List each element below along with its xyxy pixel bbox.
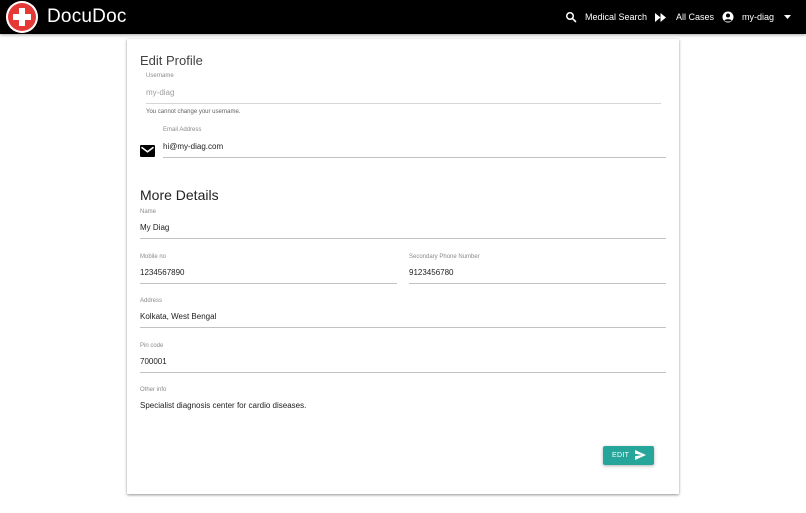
secondary-phone-field[interactable]: Secondary Phone Number 9123456780 (409, 254, 666, 284)
top-app-bar: DocuDoc Medical Search All Cases my-diag (0, 0, 806, 34)
other-info-label: Other info (140, 387, 167, 393)
mobile-value: 1234567890 (140, 268, 185, 277)
username-underline (146, 103, 661, 104)
pin-code-value: 700001 (140, 357, 167, 366)
red-cross-logo-icon[interactable] (6, 1, 38, 33)
nav-all-cases[interactable]: All Cases (655, 0, 714, 34)
account-circle-icon (722, 11, 734, 23)
secondary-phone-label: Secondary Phone Number (409, 254, 480, 260)
other-info-value: Specialist diagnosis center for cardio d… (140, 401, 307, 410)
nav-medical-search[interactable]: Medical Search (565, 0, 647, 34)
profile-card: Edit Profile Username my-diag You cannot… (127, 39, 679, 494)
nav-all-cases-label: All Cases (676, 12, 715, 22)
mobile-underline (140, 283, 397, 284)
edit-profile-title: Edit Profile (140, 53, 203, 68)
address-field[interactable]: Address Kolkata, West Bengal (140, 298, 666, 328)
pin-code-underline (140, 372, 666, 373)
search-icon (565, 11, 577, 23)
secondary-phone-underline (409, 283, 666, 284)
email-field[interactable]: Email Address hi@my-diag.com (163, 127, 666, 158)
pin-code-label: Pin code (140, 343, 164, 349)
nav-user-label: my-diag (742, 12, 775, 22)
edit-button[interactable]: EDIT (603, 446, 654, 465)
username-helper-text: You cannot change your username. (146, 109, 241, 115)
name-label: Name (140, 209, 157, 215)
address-underline (140, 327, 666, 328)
nav-medical-search-label: Medical Search (585, 12, 648, 22)
username-label: Username (146, 73, 174, 79)
secondary-phone-value: 9123456780 (409, 268, 454, 277)
address-value: Kolkata, West Bengal (140, 312, 217, 321)
send-icon (635, 450, 646, 462)
name-underline (140, 238, 666, 239)
edit-button-label: EDIT (612, 452, 630, 459)
mail-icon (140, 144, 155, 162)
name-value: My Diag (140, 223, 170, 232)
email-label: Email Address (163, 127, 202, 133)
address-label: Address (140, 298, 163, 304)
email-value: hi@my-diag.com (163, 142, 224, 151)
email-underline (163, 157, 666, 158)
fast-forward-icon (655, 12, 666, 22)
brand-name[interactable]: DocuDoc (47, 6, 127, 28)
username-field: Username my-diag (146, 73, 661, 104)
mobile-label: Mobile no (140, 254, 167, 260)
username-value: my-diag (146, 88, 175, 97)
mobile-field[interactable]: Mobile no 1234567890 (140, 254, 397, 284)
pin-code-field[interactable]: Pin code 700001 (140, 343, 666, 373)
nav-user-menu[interactable]: my-diag (722, 0, 792, 34)
name-field[interactable]: Name My Diag (140, 209, 666, 239)
caret-down-icon (784, 15, 792, 19)
more-details-title: More Details (140, 187, 219, 203)
other-info-field[interactable]: Other info Specialist diagnosis center f… (140, 387, 666, 417)
